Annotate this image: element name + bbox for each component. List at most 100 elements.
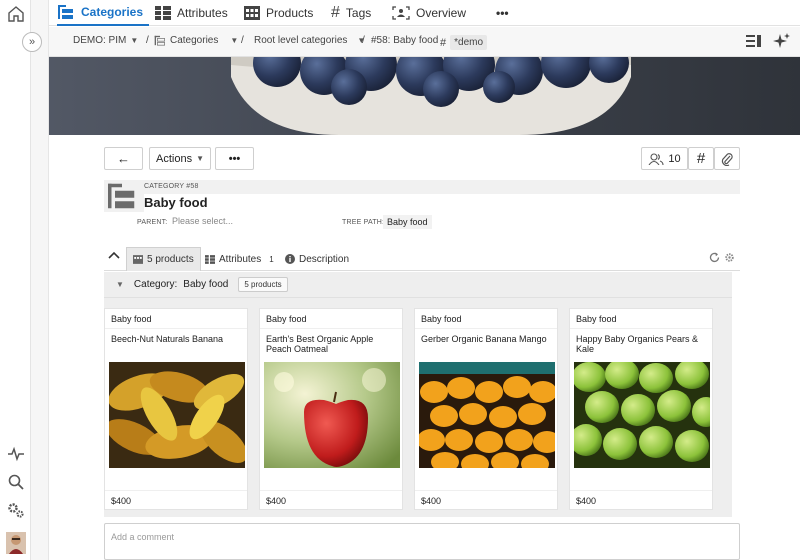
breadcrumb-root-label: Root level categories	[254, 35, 348, 46]
chevron-down-icon: ▼	[130, 36, 139, 45]
tab-categories-label: Categories	[81, 5, 144, 19]
refresh-icon[interactable]	[709, 252, 720, 263]
breadcrumb: DEMO: PIM ▼ / Categories ▼ / Root level …	[49, 27, 800, 57]
product-card[interactable]: Baby food Happy Baby Organics Pears & Ka…	[569, 308, 713, 510]
users-count: 10	[668, 152, 681, 165]
product-name: Earth's Best Organic Apple Peach Oatmeal	[266, 334, 374, 354]
breadcrumb-demo-label: DEMO: PIM	[73, 35, 127, 46]
attributes-count: 1	[269, 254, 274, 264]
product-name: Gerber Organic Banana Mango	[421, 334, 547, 344]
paperclip-icon	[721, 152, 733, 166]
product-category: Baby food	[415, 309, 557, 329]
users-icon	[648, 152, 664, 165]
attachments-button[interactable]	[714, 147, 740, 170]
tab-attributes-label: Attributes	[177, 6, 228, 20]
info-icon	[285, 254, 295, 264]
hash-icon: #	[440, 36, 447, 49]
tag-chip: *demo	[450, 35, 488, 50]
product-card[interactable]: Baby food Earth's Best Organic Apple Pea…	[259, 308, 403, 510]
product-category: Baby food	[570, 309, 712, 329]
tags-button[interactable]: #	[688, 147, 714, 170]
tree-path-label: TREE PATH:	[342, 219, 385, 226]
tab-attributes-sub[interactable]: Attributes 1	[199, 247, 280, 271]
home-icon[interactable]	[6, 4, 26, 24]
category-tree-icon	[58, 5, 73, 19]
breadcrumb-categories[interactable]: Categories ▼	[154, 35, 238, 46]
tab-products[interactable]: Products	[244, 0, 313, 26]
breadcrumb-separator: /	[146, 35, 149, 46]
product-image	[574, 362, 710, 468]
breadcrumb-categories-label: Categories	[170, 35, 219, 46]
top-tab-bar: Categories Attributes Products # Tags Ov…	[49, 0, 800, 26]
chevron-down-icon: ▼	[196, 154, 204, 163]
tab-attributes-sub-label: Attributes	[219, 253, 262, 265]
tab-description[interactable]: Description	[279, 247, 355, 271]
back-button[interactable]: ←	[104, 147, 143, 170]
group-count-badge: 5 products	[238, 277, 288, 292]
category-tree-icon	[154, 35, 165, 46]
comment-input[interactable]: Add a comment	[104, 523, 740, 560]
tab-description-label: Description	[299, 253, 350, 265]
more-actions-button[interactable]: •••	[215, 147, 254, 170]
more-actions-label: •••	[228, 152, 241, 165]
users-button[interactable]: 10	[641, 147, 688, 170]
left-rail	[0, 0, 31, 560]
collapse-chevron-icon[interactable]	[108, 250, 120, 260]
more-tabs-button[interactable]: •••	[496, 0, 509, 26]
tab-products-list[interactable]: 5 products	[126, 247, 201, 271]
hash-icon: #	[696, 150, 706, 167]
group-header[interactable]: ▼ Category: Baby food 5 products	[104, 272, 732, 298]
category-header: CATEGORY #58 Baby food	[104, 180, 740, 212]
tab-products-label: Products	[266, 6, 314, 20]
product-category: Baby food	[260, 309, 402, 329]
product-image	[109, 362, 245, 468]
tab-attributes[interactable]: Attributes	[155, 0, 228, 26]
actions-dropdown[interactable]: Actions ▼	[149, 147, 211, 170]
search-icon[interactable]	[6, 472, 26, 492]
breadcrumb-tag[interactable]: # *demo	[440, 35, 488, 50]
breadcrumb-separator: /	[362, 35, 365, 46]
category-subtabs: 5 products Attributes 1 Description	[104, 244, 740, 271]
breadcrumb-separator: /	[241, 35, 244, 46]
tab-overview[interactable]: Overview	[392, 0, 466, 26]
products-icon	[133, 255, 143, 264]
gear-icon[interactable]	[724, 252, 735, 263]
actions-label: Actions	[156, 152, 193, 165]
chevron-down-icon: ▼	[116, 280, 124, 289]
ai-sparkle-icon[interactable]	[773, 32, 791, 50]
group-value: Baby food	[183, 279, 229, 290]
product-price: $400	[260, 490, 402, 510]
product-image	[264, 362, 400, 468]
comment-placeholder: Add a comment	[111, 532, 175, 542]
overview-icon	[392, 6, 410, 20]
avatar[interactable]	[6, 532, 26, 554]
product-category: Baby food	[105, 309, 247, 329]
breadcrumb-demo[interactable]: DEMO: PIM ▼	[73, 35, 138, 46]
tree-path-value: Baby food	[383, 215, 432, 229]
product-name: Happy Baby Organics Pears & Kale	[576, 334, 699, 354]
breadcrumb-current-label: #58: Baby food	[371, 35, 439, 46]
expand-nav-icon[interactable]: »	[22, 32, 42, 52]
parent-select[interactable]: Please select...	[172, 216, 233, 226]
parent-label: PARENT:	[137, 219, 168, 226]
list-view-icon[interactable]	[746, 35, 762, 47]
product-card[interactable]: Baby food Beech-Nut Naturals Banana $400	[104, 308, 248, 510]
settings-icon[interactable]	[6, 500, 26, 520]
category-tree-icon	[106, 182, 138, 210]
product-price: $400	[415, 490, 557, 510]
product-image	[419, 362, 555, 468]
tab-categories[interactable]: Categories	[57, 0, 149, 26]
breadcrumb-current[interactable]: #58: Baby food	[371, 35, 438, 46]
activity-icon[interactable]	[6, 444, 26, 464]
product-card[interactable]: Baby food Gerber Organic Banana Mango $4…	[414, 308, 558, 510]
product-price: $400	[570, 490, 712, 510]
category-name-field[interactable]: Baby food	[144, 194, 740, 212]
tab-tags[interactable]: # Tags	[331, 0, 371, 26]
breadcrumb-root[interactable]: Root level categories ▼	[254, 35, 365, 46]
hash-icon: #	[331, 4, 340, 21]
category-id-label: CATEGORY #58	[144, 183, 199, 190]
chevron-down-icon: ▼	[230, 36, 239, 45]
tab-tags-label: Tags	[345, 6, 372, 20]
products-icon	[244, 6, 260, 20]
back-arrow-icon: ←	[117, 151, 130, 166]
